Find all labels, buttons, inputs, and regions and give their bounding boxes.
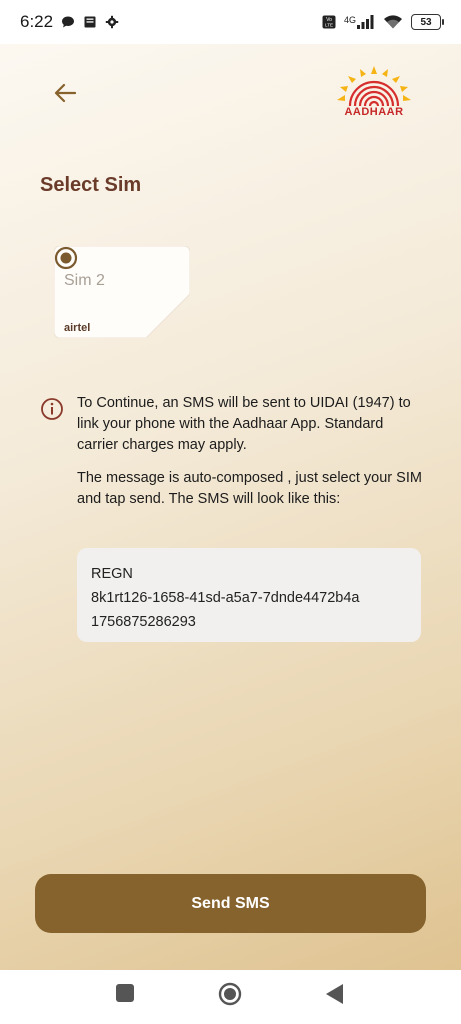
back-nav-icon[interactable] (326, 984, 344, 1004)
sim-name: Sim 2 (64, 272, 105, 289)
status-time: 6:22 (20, 12, 54, 31)
sms-line-1: REGN (91, 566, 133, 582)
back-button[interactable] (50, 78, 80, 108)
navigation-bar (0, 970, 461, 1024)
notes-icon (84, 16, 96, 28)
settings-gear-icon (105, 15, 119, 29)
home-icon[interactable] (218, 982, 242, 1006)
sms-line-3: 1756875286293 (91, 614, 196, 630)
battery-level: 53 (420, 16, 432, 28)
page-title: Select Sim (40, 174, 142, 196)
volte-icon: Vo LTE (322, 15, 336, 29)
svg-text:LTE: LTE (325, 23, 333, 28)
recent-apps-icon[interactable] (116, 984, 134, 1002)
wifi-icon (384, 15, 402, 29)
status-bar: 6:22 Vo LTE 4G 53 (0, 0, 461, 44)
sim-card-sim2[interactable]: Sim 2 airtel (54, 246, 190, 338)
signal-icon (357, 15, 374, 29)
sms-line-2: 8k1rt126-1658-41sd-a5a7-7dnde4472b4a (91, 590, 360, 606)
send-sms-button[interactable]: Send SMS (35, 874, 426, 933)
network-type: 4G (343, 15, 356, 25)
sim-carrier: airtel (64, 322, 91, 334)
info-circle-icon (41, 398, 63, 420)
chat-bubble-icon (62, 16, 75, 28)
battery-icon: 53 (411, 14, 444, 30)
sms-preview: REGN 8k1rt126-1658-41sd-a5a7-7dnde4472b4… (77, 548, 421, 642)
aadhaar-sun-fingerprint-icon (337, 66, 411, 107)
sim-radio-button[interactable] (54, 246, 78, 270)
main-content: AADHAAR Select Sim Sim 2 airtel To Conti… (0, 44, 461, 970)
info-paragraph-2: The message is auto-composed , just sele… (77, 470, 422, 507)
info-paragraph-1: To Continue, an SMS will be sent to UIDA… (77, 395, 411, 453)
arrow-left-icon (54, 83, 76, 103)
aadhaar-logo: AADHAAR (336, 66, 412, 122)
logo-text: AADHAAR (344, 106, 404, 118)
